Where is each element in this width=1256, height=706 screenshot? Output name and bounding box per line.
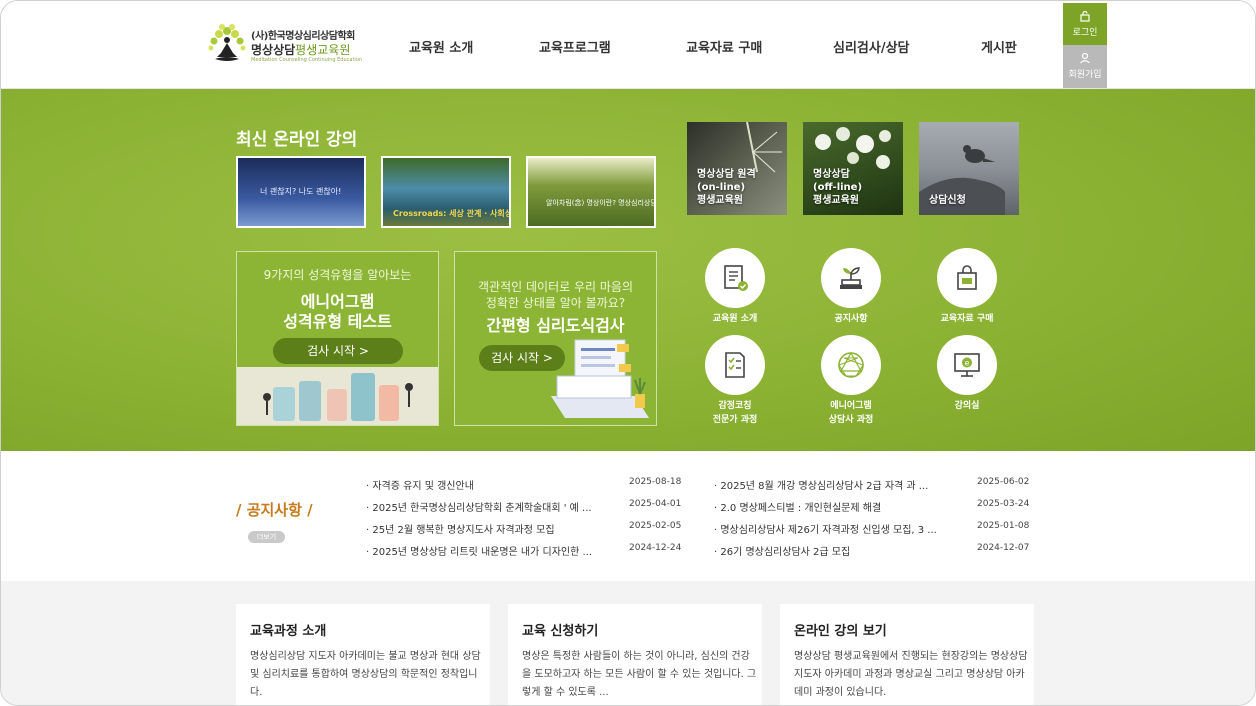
quick-about-label: 교육원 소개	[712, 314, 758, 324]
browser-frame: (사)한국명상심리상담학회 명상상담평생교육원 Meditation Couns…	[0, 0, 1256, 706]
quick-classroom-button[interactable]: e	[937, 335, 997, 395]
latest-lectures-title: 최신 온라인 강의	[236, 130, 358, 150]
quick-emotion-coaching-label: 감정코칭 전문가 과정	[712, 401, 758, 425]
quick-enneagram-button[interactable]	[821, 335, 881, 395]
tile-offline-center[interactable]: 명상상담 (off-line) 평생교육원	[803, 122, 903, 215]
tile-counseling-request-label: 상담신청	[929, 195, 966, 206]
site-header: (사)한국명상심리상담학회 명상상담평생교육원 Meditation Couns…	[1, 1, 1255, 89]
notice-date: 2025-04-01	[629, 499, 682, 509]
enneagram-icon	[838, 351, 864, 378]
e-learning-icon: e	[954, 353, 980, 377]
lock-icon	[1080, 10, 1090, 22]
card-course-intro[interactable]: 교육과정 소개 명상심리상담 지도자 아카데미는 불교 명상과 현대 상담 및 …	[236, 604, 490, 705]
join-label: 회원가입	[1068, 70, 1102, 80]
lecture-thumb-1-caption: 너 괜찮지? 나도 괜찮아!	[260, 187, 342, 196]
lecture-thumb-2[interactable]: Crossroads: 세상 관계 · 사회성	[381, 156, 511, 228]
logo-org-name: (사)한국명상심리상담학회	[251, 31, 355, 42]
notice-item[interactable]: · 2025년 8월 개강 명상심리상담사 2급 자격 과 ...	[714, 477, 928, 492]
nav-materials[interactable]: 교육자료 구매	[686, 37, 762, 56]
lecture-thumb-1[interactable]: 너 괜찮지? 나도 괜찮아!	[236, 156, 366, 228]
enneagram-test-banner[interactable]: 9가지의 성격유형을 알아보는 에니어그램 성격유형 테스트 검사 시작 >	[236, 251, 439, 426]
quick-materials-button[interactable]	[937, 248, 997, 308]
login-button[interactable]: 로그인	[1063, 3, 1107, 46]
notice-item[interactable]: · 명상심리상담사 제26기 자격과정 신입생 모집, 3 ...	[714, 521, 937, 536]
notice-more-button[interactable]: 더보기	[248, 531, 285, 543]
notice-date: 2025-08-18	[629, 477, 682, 487]
notice-item[interactable]: · 26기 명상심리상담사 2급 모집	[714, 543, 850, 558]
card-online-lectures-title: 온라인 강의 보기	[794, 624, 887, 639]
document-check-icon	[724, 265, 748, 291]
login-label: 로그인	[1072, 28, 1098, 38]
lecture-thumb-3[interactable]: 알아차림(念) 명상이란? 명상심리상담2	[526, 156, 656, 228]
schema-test-title: 간편형 심리도식검사	[486, 316, 625, 335]
lecture-thumb-2-caption: Crossroads: 세상 관계 · 사회성	[393, 209, 511, 218]
quick-notice-button[interactable]	[821, 248, 881, 308]
notice-item[interactable]: · 2025년 명상상담 리트릿 내운명은 내가 디자인한 ...	[366, 543, 592, 558]
quick-classroom-label: 강의실	[954, 401, 980, 411]
meditation-tree-logo-icon	[208, 24, 246, 61]
card-online-lectures[interactable]: 온라인 강의 보기 명상상담 평생교육원에서 진행되는 현장강의는 명상상담 지…	[780, 604, 1034, 705]
notice-item[interactable]: · 2025년 한국명상심리상담학회 춘계학술대회 ' 예 ...	[366, 499, 592, 514]
card-apply[interactable]: 교육 신청하기 명상은 특정한 사람들이 하는 것이 아니라, 심신의 건강을 …	[508, 604, 762, 705]
svg-text:e: e	[965, 359, 970, 368]
enneagram-letters-illustration	[237, 367, 438, 425]
user-icon	[1080, 52, 1090, 64]
notice-item[interactable]: · 25년 2월 행복한 명상지도사 자격과정 모집	[366, 521, 555, 536]
card-course-intro-body: 명상심리상담 지도자 아카데미는 불교 명상과 현대 상담 및 심리치료를 통합…	[250, 651, 481, 698]
notice-item[interactable]: · 2.0 명상페스티벌 : 개인현실문제 해결	[714, 499, 881, 514]
quick-notice-label: 공지사항	[834, 314, 868, 324]
notice-date: 2025-01-08	[977, 521, 1030, 531]
card-course-intro-title: 교육과정 소개	[250, 624, 327, 639]
schema-test-banner[interactable]: 객관적인 데이터로 우리 마음의 정확한 상태를 알아 볼까요? 간편형 심리도…	[454, 251, 657, 426]
enneagram-subtitle: 9가지의 성격유형을 알아보는	[263, 268, 412, 282]
card-apply-title: 교육 신청하기	[522, 624, 599, 639]
laptop-document-illustration	[551, 339, 649, 418]
notice-date: 2024-12-07	[977, 543, 1030, 553]
nav-about[interactable]: 교육원 소개	[409, 37, 473, 56]
enneagram-start-button[interactable]: 검사 시작 >	[273, 338, 403, 364]
quick-enneagram-label: 에니어그램 상담사 과정	[828, 401, 874, 425]
quick-emotion-coaching-button[interactable]	[705, 335, 765, 395]
notice-date: 2024-12-24	[629, 543, 682, 553]
quick-materials-label: 교육자료 구매	[940, 314, 994, 324]
schema-test-line2: 정확한 상태를 알아 볼까요?	[485, 296, 626, 310]
notice-section-title: / 공지사항 /	[236, 501, 313, 519]
tile-offline-center-label: 명상상담 (off-line) 평생교육원	[813, 169, 863, 206]
quick-about-button[interactable]	[705, 248, 765, 308]
join-button[interactable]: 회원가입	[1063, 45, 1107, 88]
site-logo[interactable]: (사)한국명상심리상담학회 명상상담평생교육원 Meditation Couns…	[207, 23, 367, 69]
nav-programs[interactable]: 교육프로그램	[539, 37, 611, 56]
logo-title: 명상상담평생교육원	[251, 41, 350, 58]
notice-date: 2025-06-02	[977, 477, 1030, 487]
checklist-icon	[725, 352, 745, 378]
nav-board[interactable]: 게시판	[981, 37, 1017, 56]
notice-date: 2025-02-05	[629, 521, 682, 531]
shopping-bag-icon	[957, 265, 977, 290]
schema-test-line1: 객관적인 데이터로 우리 마음의	[478, 280, 633, 294]
enneagram-title-2: 성격유형 테스트	[283, 312, 392, 331]
notice-date: 2025-03-24	[977, 499, 1030, 509]
notice-item[interactable]: · 자격증 유지 및 갱신안내	[366, 477, 474, 492]
tile-online-center[interactable]: 명상상담 원격 (on-line) 평생교육원	[687, 122, 787, 215]
tile-counseling-request[interactable]: 상담신청	[919, 122, 1019, 215]
logo-english-name: Meditation Counseling Continuing Educati…	[251, 57, 363, 63]
logo-title-main: 명상상담	[251, 43, 296, 57]
sprout-icon	[840, 267, 862, 289]
tile-online-center-label: 명상상담 원격 (on-line) 평생교육원	[697, 169, 756, 206]
nav-tests[interactable]: 심리검사/상담	[833, 37, 910, 56]
card-online-lectures-body: 명상상담 평생교육원에서 진행되는 현장강의는 명상상담 지도자 아카데미 과정…	[794, 651, 1028, 698]
logo-title-sub: 평생교육원	[295, 43, 351, 57]
card-apply-body: 명상은 특정한 사람들이 하는 것이 아니라, 심신의 건강을 도모하고자 하는…	[522, 651, 757, 698]
lecture-thumb-3-caption: 알아차림(念) 명상이란? 명상심리상담2	[546, 199, 656, 207]
